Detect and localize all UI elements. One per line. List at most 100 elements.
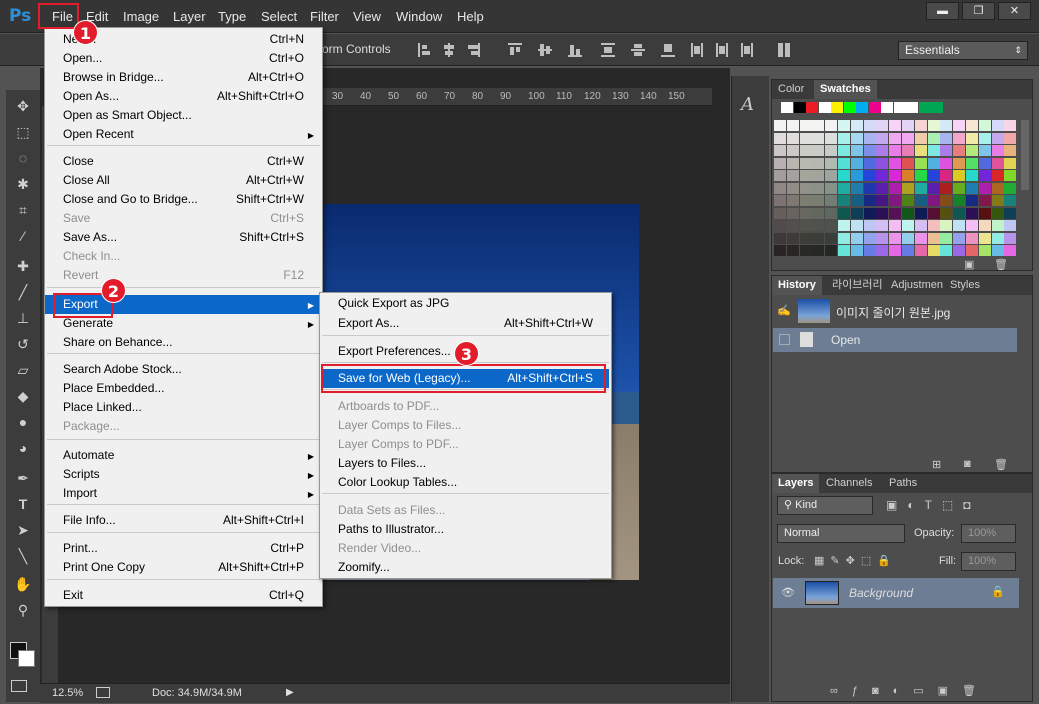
workspace-switcher[interactable]: Essentials ⇕ bbox=[898, 41, 1028, 60]
color-swatch[interactable] bbox=[812, 220, 825, 231]
color-swatch[interactable] bbox=[991, 232, 1004, 244]
color-swatch[interactable] bbox=[927, 195, 940, 206]
lock-icons[interactable]: ▦✎✥⬚🔒 bbox=[814, 554, 897, 567]
color-swatch[interactable] bbox=[927, 145, 940, 156]
align-distribute-icons[interactable] bbox=[416, 41, 796, 59]
file-menu-item-file-info[interactable]: File Info... Alt+Shift+Ctrl+I bbox=[45, 511, 322, 530]
color-swatch[interactable] bbox=[902, 182, 914, 194]
tab-libraries[interactable]: 라이브러리 bbox=[826, 276, 889, 295]
color-swatch[interactable] bbox=[991, 157, 1004, 169]
color-swatch[interactable] bbox=[940, 157, 953, 169]
color-swatch[interactable] bbox=[902, 245, 914, 256]
color-swatch[interactable] bbox=[786, 132, 799, 144]
file-menu-item-place-embedded[interactable]: Place Embedded... bbox=[45, 379, 322, 398]
color-swatch[interactable] bbox=[902, 207, 914, 219]
color-swatch[interactable] bbox=[786, 195, 799, 206]
export-menu-item-paths-to-illustrator[interactable]: Paths to Illustrator... bbox=[320, 520, 611, 539]
swatches-scrollbar[interactable] bbox=[1021, 120, 1029, 190]
color-swatch[interactable] bbox=[902, 220, 914, 231]
color-swatch[interactable] bbox=[966, 182, 978, 194]
file-menu-item-share-on-behance[interactable]: Share on Behance... bbox=[45, 333, 322, 352]
color-swatch[interactable] bbox=[825, 120, 838, 131]
color-swatch[interactable] bbox=[812, 232, 825, 244]
color-swatch[interactable] bbox=[927, 232, 940, 244]
color-swatch[interactable] bbox=[825, 182, 838, 194]
color-swatch[interactable] bbox=[799, 220, 812, 231]
tab-swatches[interactable]: Swatches bbox=[814, 80, 877, 99]
file-menu-item-import[interactable]: Import ▶ bbox=[45, 484, 322, 503]
menu-layer[interactable]: Layer bbox=[173, 9, 206, 24]
color-swatch[interactable] bbox=[825, 145, 838, 156]
color-swatch[interactable] bbox=[838, 157, 850, 169]
color-swatch[interactable] bbox=[978, 182, 991, 194]
color-swatch[interactable] bbox=[799, 170, 812, 181]
color-swatch[interactable] bbox=[786, 245, 799, 256]
color-swatch[interactable] bbox=[953, 232, 966, 244]
color-swatch[interactable] bbox=[774, 132, 786, 144]
color-swatch[interactable] bbox=[774, 232, 786, 244]
new-swatch-icon[interactable]: ▣ bbox=[964, 258, 974, 271]
color-swatch[interactable] bbox=[818, 102, 831, 113]
tab-paths[interactable]: Paths bbox=[883, 474, 923, 493]
color-swatch[interactable] bbox=[850, 245, 863, 256]
color-swatch[interactable] bbox=[927, 157, 940, 169]
file-menu-item-open-as[interactable]: Open As... Alt+Shift+Ctrl+O bbox=[45, 87, 322, 106]
color-swatch[interactable] bbox=[1004, 157, 1017, 169]
color-swatch[interactable] bbox=[966, 132, 978, 144]
color-swatch[interactable] bbox=[978, 245, 991, 256]
tab-layers[interactable]: Layers bbox=[772, 474, 820, 493]
color-swatch[interactable] bbox=[856, 102, 868, 113]
paint-bucket-tool-icon[interactable]: ◆ bbox=[12, 386, 34, 406]
menu-help[interactable]: Help bbox=[457, 9, 484, 24]
color-swatch[interactable] bbox=[838, 145, 850, 156]
healing-brush-tool-icon[interactable]: ✚ bbox=[12, 256, 34, 276]
zoom-level[interactable]: 12.5% bbox=[52, 687, 83, 699]
color-swatch[interactable] bbox=[1004, 207, 1017, 219]
color-swatch[interactable] bbox=[940, 220, 953, 231]
color-swatch[interactable] bbox=[799, 207, 812, 219]
file-menu-item-package[interactable]: Package... bbox=[45, 417, 322, 436]
color-swatch[interactable] bbox=[889, 207, 902, 219]
color-swatch[interactable] bbox=[991, 207, 1004, 219]
color-swatch[interactable] bbox=[863, 245, 876, 256]
file-menu-item-browse-in-bridge[interactable]: Browse in Bridge... Alt+Ctrl+O bbox=[45, 68, 322, 87]
marquee-tool-icon[interactable]: ⬚ bbox=[12, 122, 34, 142]
color-swatch[interactable] bbox=[863, 132, 876, 144]
tab-color[interactable]: Color bbox=[772, 80, 810, 99]
file-menu-item-close-all[interactable]: Close All Alt+Ctrl+W bbox=[45, 171, 322, 190]
show-transform-controls-label[interactable]: orm Controls bbox=[322, 42, 391, 56]
file-menu-item-scripts[interactable]: Scripts ▶ bbox=[45, 465, 322, 484]
color-swatch[interactable] bbox=[799, 245, 812, 256]
color-swatch[interactable] bbox=[927, 220, 940, 231]
color-swatch[interactable] bbox=[991, 145, 1004, 156]
color-swatch[interactable] bbox=[774, 182, 786, 194]
type-tool-icon[interactable]: T bbox=[12, 494, 34, 514]
color-swatch[interactable] bbox=[889, 245, 902, 256]
file-menu-item-search-adobe-stock[interactable]: Search Adobe Stock... bbox=[45, 360, 322, 379]
color-swatch[interactable] bbox=[881, 102, 893, 113]
color-swatch[interactable] bbox=[978, 195, 991, 206]
color-swatch[interactable] bbox=[838, 245, 850, 256]
color-swatch[interactable] bbox=[812, 195, 825, 206]
color-swatch[interactable] bbox=[838, 207, 850, 219]
color-swatch[interactable] bbox=[781, 102, 793, 113]
new-document-from-state-icon[interactable]: ⊞ bbox=[932, 458, 941, 471]
color-swatch[interactable] bbox=[1004, 145, 1017, 156]
file-menu-item-print[interactable]: Print... Ctrl+P bbox=[45, 539, 322, 558]
color-swatch[interactable] bbox=[978, 132, 991, 144]
color-swatch[interactable] bbox=[978, 170, 991, 181]
color-swatch[interactable] bbox=[902, 120, 914, 131]
color-swatch[interactable] bbox=[876, 207, 889, 219]
color-swatch[interactable] bbox=[825, 220, 838, 231]
color-swatch[interactable] bbox=[991, 182, 1004, 194]
crop-tool-icon[interactable]: ⌗ bbox=[12, 200, 34, 220]
file-menu-item-save[interactable]: Save Ctrl+S bbox=[45, 209, 322, 228]
color-swatch[interactable] bbox=[889, 145, 902, 156]
color-swatch[interactable] bbox=[966, 207, 978, 219]
file-menu-item-close-and-go-to-bridge[interactable]: Close and Go to Bridge... Shift+Ctrl+W bbox=[45, 190, 322, 209]
color-swatch[interactable] bbox=[914, 220, 927, 231]
color-swatch[interactable] bbox=[889, 170, 902, 181]
tab-adjustments[interactable]: Adjustmen bbox=[885, 276, 949, 295]
export-menu-item-layer-comps-to-pdf[interactable]: Layer Comps to PDF... bbox=[320, 435, 611, 454]
color-swatch[interactable] bbox=[838, 182, 850, 194]
